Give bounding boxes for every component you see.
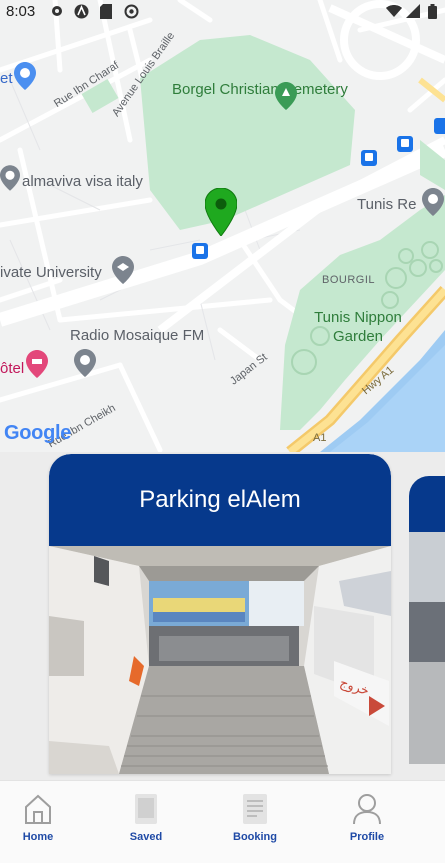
booking-icon (243, 794, 267, 824)
status-time: 8:03 (6, 3, 36, 20)
at-icon (124, 4, 139, 24)
status-bar: 8:03 (0, 0, 445, 24)
home-icon (25, 794, 51, 824)
map-label-bourgil: BOURGIL (322, 274, 376, 286)
map-label-hotel: ôtel (0, 360, 25, 377)
map-label-garden: Tunis Nippon Garden (314, 309, 402, 345)
wifi-icon (386, 4, 402, 23)
a-icon (74, 4, 89, 24)
parking-card-header: Parking elAlem (49, 454, 391, 546)
google-attribution: Google (4, 422, 72, 444)
map-label-cemetery: Borgel Christian Cemetery (172, 81, 348, 98)
map-view[interactable]: Borgel Christian Cemetery almaviva visa … (0, 0, 445, 452)
nav-home-label: Home (22, 831, 54, 843)
saved-icon (135, 794, 157, 824)
map-label-visa: almaviva visa italy (22, 173, 143, 190)
map-label-partial: et (0, 70, 13, 87)
bottom-navigation: Home Saved Booking Profile (0, 780, 445, 863)
nav-saved-label: Saved (129, 831, 163, 843)
nav-home[interactable]: Home (0, 793, 78, 855)
profile-icon (353, 794, 381, 825)
signal-icon (406, 4, 420, 23)
battery-icon (428, 4, 437, 24)
map-label-a1: A1 (313, 432, 327, 444)
map-label-tunis-re: Tunis Re (357, 196, 417, 213)
nav-saved[interactable]: Saved (106, 793, 186, 855)
parking-photo: خروج (49, 546, 391, 774)
nav-profile[interactable]: Profile (327, 793, 407, 855)
parking-card-title: Parking elAlem (139, 486, 301, 513)
map-label-university: ivate University (0, 264, 102, 281)
next-parking-photo (409, 532, 445, 764)
parking-card[interactable]: Parking elAlem خروج (49, 454, 391, 774)
map-label-radio: Radio Mosaique FM (70, 327, 205, 344)
settings-icon (50, 4, 64, 23)
parking-carousel[interactable]: Parking elAlem خروج (0, 452, 445, 780)
nav-profile-label: Profile (349, 831, 385, 843)
next-parking-card[interactable] (409, 476, 445, 764)
sd-card-icon (100, 4, 112, 24)
nav-booking[interactable]: Booking (215, 793, 295, 855)
nav-booking-label: Booking (233, 831, 277, 843)
